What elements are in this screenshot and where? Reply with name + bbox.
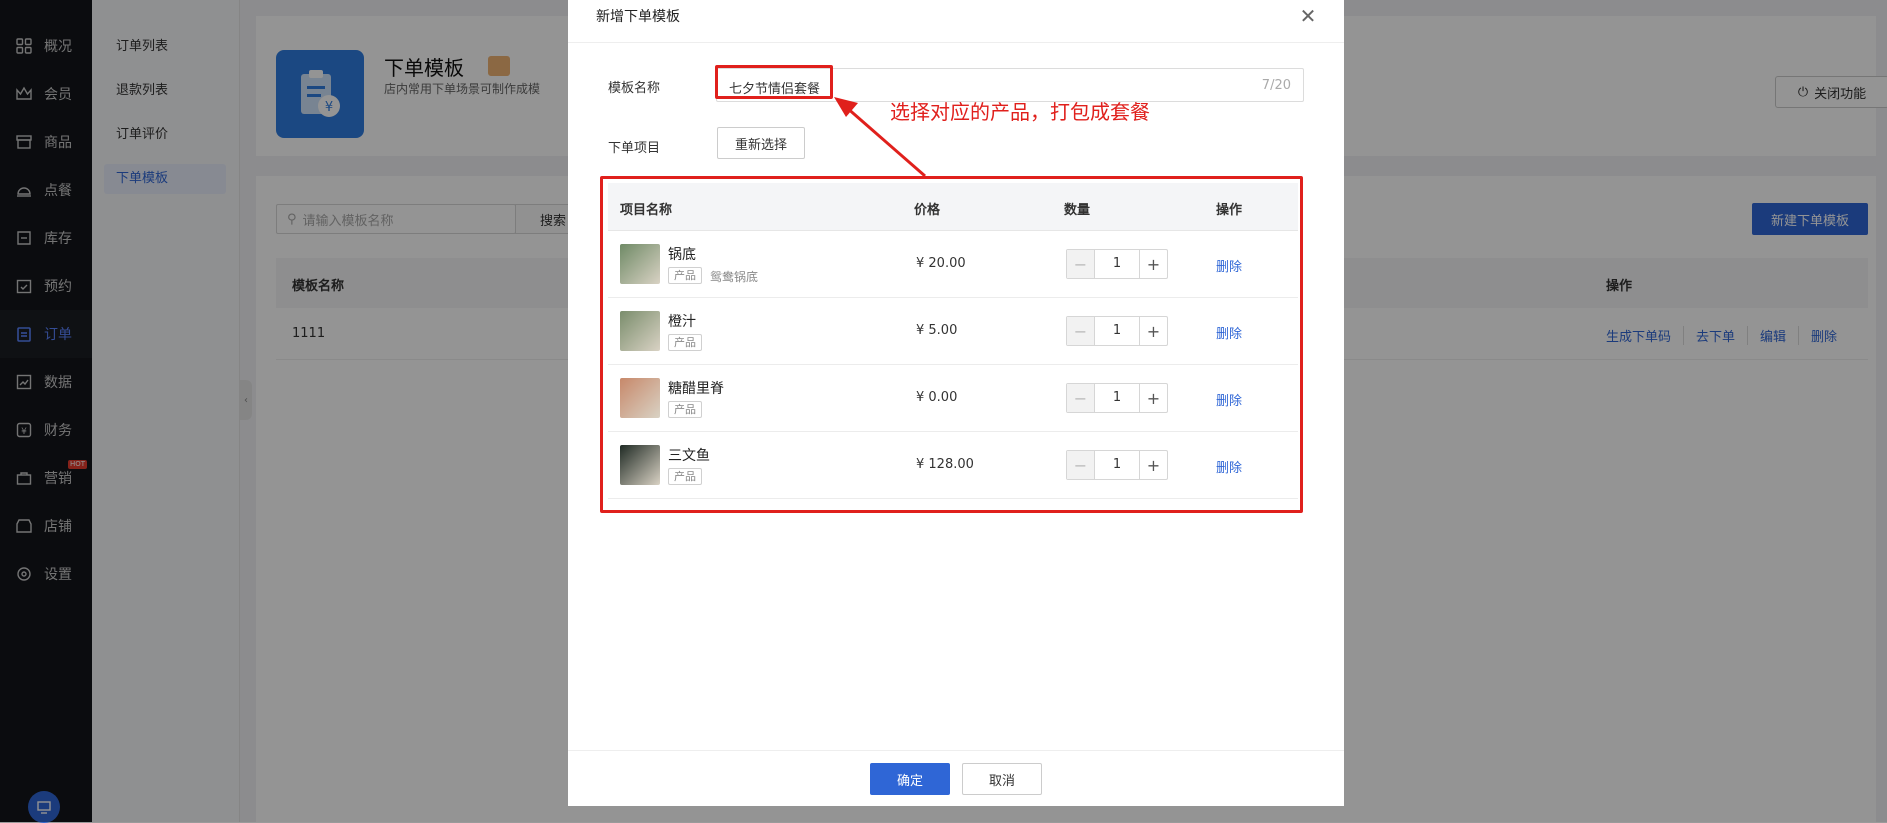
modal-title: 新增下单模板 [596,9,680,25]
app-root: 概况 会员 商品 点餐 库存 预约 订单 数据 ¥ 财务 营销 HOT 店铺 设置 订单列表 退款列表 订… [0,0,1887,823]
items-label: 下单项目 [608,141,661,156]
annotation-highlight-table [600,176,1303,513]
char-counter: 7/20 [1261,78,1291,93]
annotation-highlight-name [715,65,833,99]
divider [568,42,1344,43]
confirm-button[interactable]: 确定 [870,763,950,795]
close-icon[interactable]: ✕ [1296,4,1320,28]
annotation-text: 选择对应的产品，打包成套餐 [890,100,1150,124]
cancel-button[interactable]: 取消 [962,763,1042,795]
reselect-button[interactable]: 重新选择 [717,127,805,159]
divider [568,750,1344,751]
name-label: 模板名称 [608,81,661,96]
